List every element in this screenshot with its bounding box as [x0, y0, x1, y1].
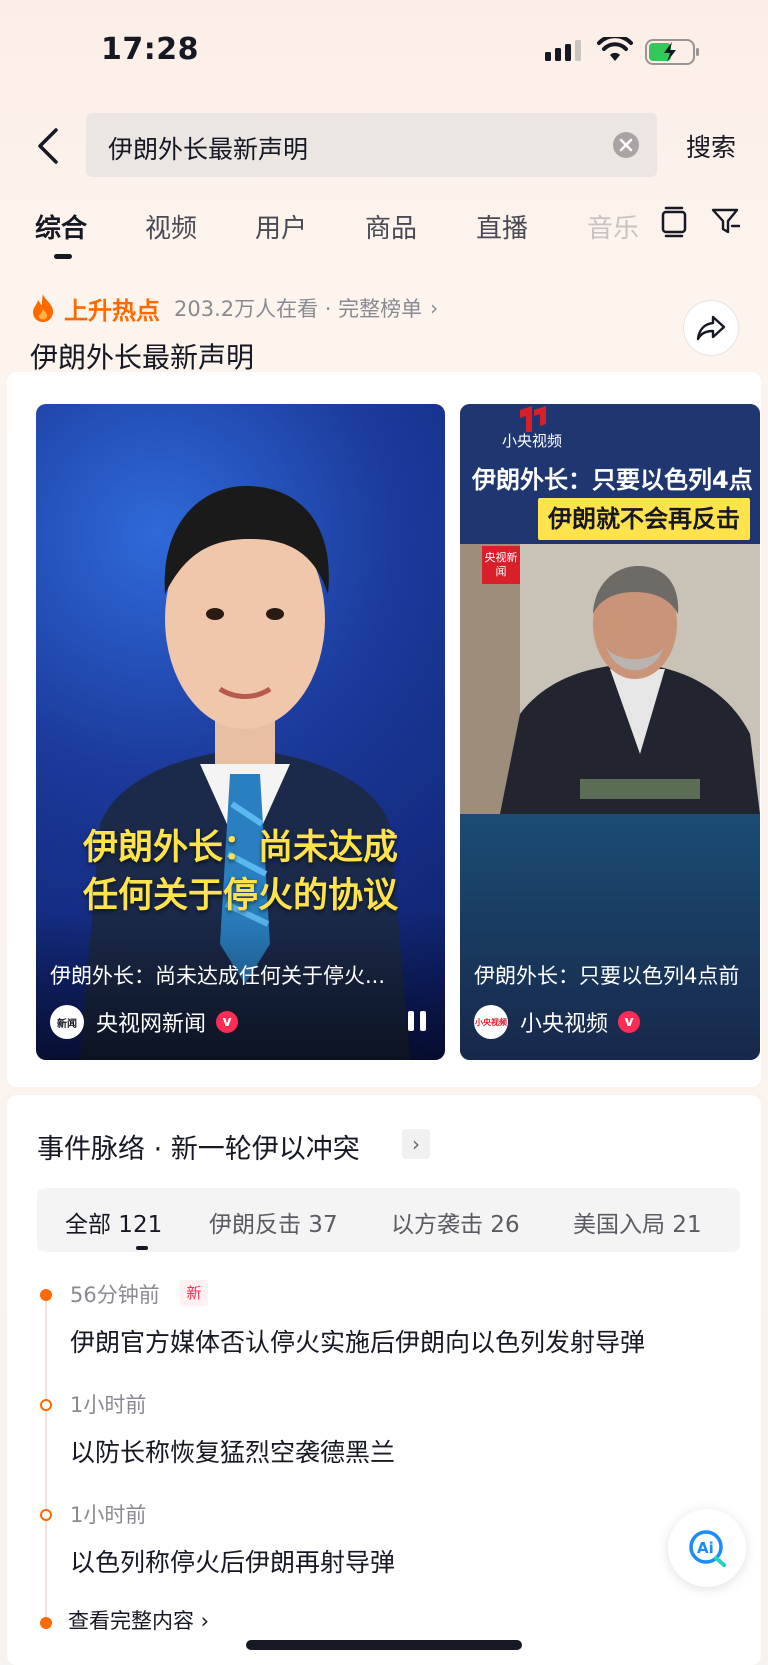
- video-caption-line2: 任何关于停火的协议: [82, 876, 398, 916]
- timeline-dot: [40, 1289, 52, 1301]
- tab-products[interactable]: 商品: [365, 208, 417, 245]
- tab-comprehensive[interactable]: 综合: [35, 208, 87, 245]
- timeline-dot: [40, 1617, 52, 1629]
- event-tab-iran-counter[interactable]: 伊朗反击 37: [209, 1205, 338, 1239]
- video-card[interactable]: 小央视频 伊朗外长：只要以色列4点 伊朗就不会再反击 央视新闻 伊朗外长：只要以…: [460, 404, 760, 1060]
- tab-music[interactable]: 音乐: [587, 208, 639, 245]
- timeline-item[interactable]: 以色列称停火后伊朗再射导弹: [70, 1543, 395, 1579]
- timeline-time: 56分钟前: [70, 1283, 160, 1307]
- author-name: 央视网新闻: [96, 1012, 207, 1037]
- view-full-label: 查看完整内容: [68, 1609, 194, 1633]
- video-card[interactable]: 伊朗外长：尚未达成 任何关于停火的协议 伊朗外长：尚未达成任何关于停火... 新…: [36, 404, 445, 1060]
- video-author[interactable]: 新闻 央视网新闻 v: [50, 1004, 239, 1040]
- share-icon: [696, 315, 726, 341]
- event-timeline: 事件脉络 · 新一轮伊以冲突 › 全部 121 伊朗反击 37 以方袭击 26 …: [7, 1095, 761, 1665]
- svg-text:Ai: Ai: [697, 1539, 714, 1557]
- avatar-label: 新闻: [57, 1018, 77, 1030]
- event-title[interactable]: 事件脉络 · 新一轮伊以冲突: [37, 1127, 360, 1166]
- avatar: 新闻: [50, 1005, 84, 1039]
- search-tabs: 综合 视频 用户 商品 直播 音乐: [0, 200, 768, 264]
- search-input[interactable]: 伊朗外长最新声明: [86, 113, 657, 177]
- timeline-time: 1小时前: [70, 1393, 147, 1417]
- timeline-line: [45, 1291, 47, 1623]
- hot-topic-row[interactable]: 上升热点 203.2万人在看 · 完整榜单 ›: [30, 290, 438, 326]
- timeline-time: 1小时前: [70, 1503, 147, 1527]
- video-headline1: 伊朗外长：只要以色列4点: [472, 466, 753, 494]
- video-carousel: 伊朗外长：尚未达成 任何关于停火的协议 伊朗外长：尚未达成任何关于停火... 新…: [7, 372, 761, 1087]
- tab-users[interactable]: 用户: [255, 208, 307, 245]
- filter-icon[interactable]: [711, 206, 741, 236]
- speaker-image: [460, 544, 760, 814]
- panel-icon[interactable]: [660, 206, 688, 240]
- video-photo: [460, 544, 760, 814]
- signal-icon: [545, 40, 581, 61]
- news-badge: 央视新闻: [482, 546, 520, 584]
- flame-icon: [33, 294, 54, 322]
- ai-assistant-button[interactable]: Ai: [668, 1509, 746, 1587]
- wifi-icon: [597, 37, 633, 61]
- home-indicator: [246, 1640, 522, 1650]
- timeline-dot: [40, 1509, 52, 1521]
- clear-icon[interactable]: [612, 131, 640, 159]
- search-button[interactable]: 搜索: [686, 128, 736, 164]
- new-badge: 新: [180, 1280, 208, 1306]
- verified-icon: v: [618, 1011, 641, 1033]
- hot-meta[interactable]: 203.2万人在看 · 完整榜单: [174, 293, 422, 323]
- avatar-label: 小央视频: [475, 1017, 507, 1027]
- video-description: 伊朗外长：尚未达成任何关于停火...: [50, 964, 386, 988]
- chevron-right-icon: ›: [430, 296, 439, 320]
- author-name: 小央视频: [520, 1012, 609, 1037]
- ai-icon: Ai: [689, 1530, 726, 1567]
- video-author[interactable]: 小央视频 小央视频 v: [474, 1004, 641, 1040]
- verified-icon: v: [216, 1011, 239, 1033]
- video-headline2: 伊朗就不会再反击: [538, 498, 750, 540]
- hot-title: 伊朗外长最新声明: [30, 341, 255, 374]
- search-query: 伊朗外长最新声明: [108, 135, 309, 164]
- event-tab-israel-strike[interactable]: 以方袭击 26: [391, 1205, 520, 1239]
- view-full-link[interactable]: 查看完整内容 ›: [68, 1605, 209, 1635]
- status-time: 17:28: [101, 32, 199, 67]
- video-header-band: 小央视频 伊朗外长：只要以色列4点 伊朗就不会再反击: [460, 404, 760, 544]
- chevron-right-icon[interactable]: ›: [402, 1129, 430, 1159]
- share-button[interactable]: [683, 300, 739, 356]
- hot-label: 上升热点: [64, 296, 160, 325]
- battery-icon: [645, 39, 699, 65]
- video-caption-line1: 伊朗外长：尚未达成: [82, 828, 398, 868]
- back-icon[interactable]: [30, 124, 66, 168]
- timeline-dot: [40, 1399, 52, 1411]
- event-tab-us-involve[interactable]: 美国入局 21: [573, 1205, 702, 1239]
- tab-indicator: [54, 254, 72, 259]
- pause-icon[interactable]: [406, 1009, 428, 1033]
- timeline-item[interactable]: 以防长称恢复猛烈空袭德黑兰: [70, 1433, 395, 1469]
- tab-live[interactable]: 直播: [476, 208, 528, 245]
- status-bar: 17:28: [0, 0, 768, 100]
- timeline-item[interactable]: 伊朗官方媒体否认停火实施后伊朗向以色列发射导弹: [70, 1323, 645, 1359]
- event-tabs: 全部 121 伊朗反击 37 以方袭击 26 美国入局 21: [37, 1188, 740, 1252]
- tab-video[interactable]: 视频: [145, 208, 197, 245]
- video-brand: 小央视频: [502, 432, 563, 450]
- event-tab-all[interactable]: 全部 121: [65, 1205, 162, 1239]
- video-description: 伊朗外长：只要以色列4点前: [474, 964, 740, 988]
- event-tab-indicator: [136, 1246, 148, 1250]
- avatar: 小央视频: [474, 1005, 508, 1039]
